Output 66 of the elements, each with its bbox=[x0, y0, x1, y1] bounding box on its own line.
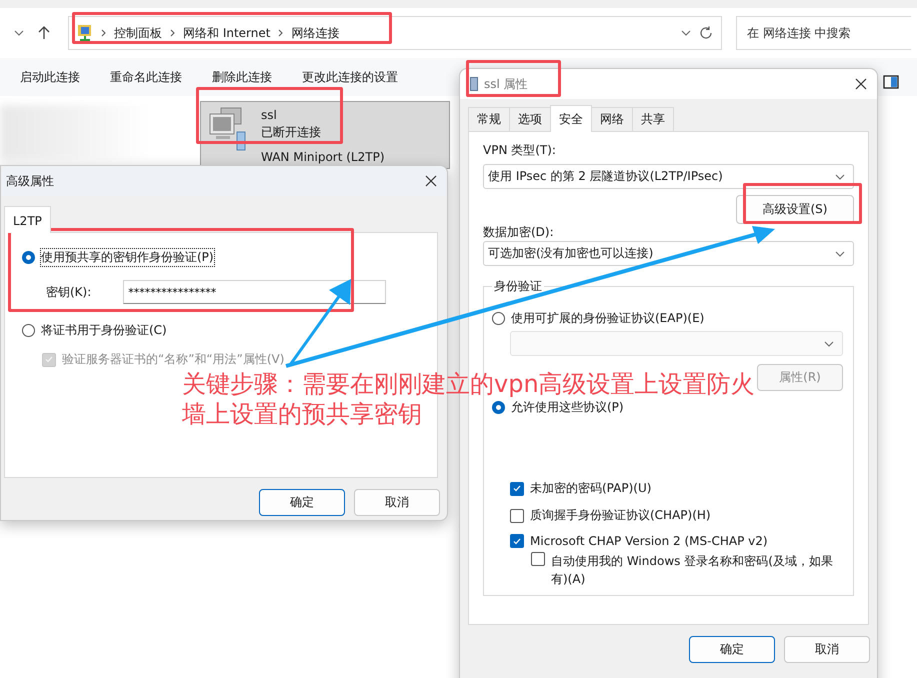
radio-label[interactable]: 允许使用这些协议(P) bbox=[511, 399, 624, 416]
tab[interactable]: 安全 bbox=[550, 105, 592, 132]
radio-button[interactable] bbox=[492, 312, 505, 325]
network-folder-icon bbox=[77, 24, 93, 42]
command-button[interactable]: 启动此连接 bbox=[20, 68, 80, 86]
checkmark-icon bbox=[513, 538, 521, 544]
checkbox-label[interactable]: 自动使用我的 Windows 登录名称和密码(及域，如果有)(A) bbox=[551, 552, 841, 588]
checkbox[interactable] bbox=[510, 508, 524, 522]
up-arrow-icon[interactable] bbox=[38, 26, 50, 40]
connection-device: WAN Miniport (L2TP) bbox=[261, 149, 384, 166]
vpn-type-dropdown[interactable]: 使用 IPsec 的第 2 层隧道协议(L2TP/IPsec) bbox=[483, 164, 854, 189]
chevron-down-icon bbox=[681, 30, 691, 36]
chevron-right-icon bbox=[278, 29, 284, 37]
chevron-down-icon bbox=[835, 174, 845, 180]
radio-button[interactable] bbox=[22, 251, 35, 264]
breadcrumb-item[interactable]: 网络和 Internet bbox=[183, 24, 270, 42]
group-title: 身份验证 bbox=[493, 278, 543, 295]
pane-icon[interactable] bbox=[883, 75, 899, 89]
chevron-down-icon bbox=[14, 30, 24, 36]
command-button[interactable]: 删除此连接 bbox=[212, 68, 272, 86]
tab[interactable]: L2TP bbox=[4, 206, 51, 233]
checkbox-label[interactable]: 质询握手身份验证协议(CHAP)(H) bbox=[530, 507, 711, 524]
annotation-caption: 关键步骤：需要在刚刚建立的vpn高级设置上设置防火 bbox=[182, 369, 755, 399]
close-icon[interactable] bbox=[855, 78, 867, 90]
chevron-down-icon bbox=[835, 250, 845, 256]
checkbox[interactable] bbox=[510, 482, 524, 496]
window-title: 高级属性 bbox=[6, 172, 54, 190]
cancel-button[interactable]: 取消 bbox=[354, 489, 440, 516]
command-button[interactable]: 更改此连接的设置 bbox=[302, 68, 398, 86]
chevron-down-icon bbox=[824, 340, 834, 346]
tab[interactable]: 常规 bbox=[468, 107, 510, 131]
radio-button[interactable] bbox=[22, 324, 35, 337]
checkbox-label[interactable]: Microsoft CHAP Version 2 (MS-CHAP v2) bbox=[530, 534, 768, 548]
search-field[interactable]: 在 网络连接 中搜索 bbox=[736, 16, 911, 50]
breadcrumb-item[interactable]: 控制面板 bbox=[114, 24, 162, 42]
tab[interactable]: 共享 bbox=[632, 107, 674, 131]
ok-button[interactable]: 确定 bbox=[259, 489, 345, 516]
checkbox[interactable] bbox=[531, 552, 545, 566]
radio-label[interactable]: 使用可扩展的身份验证协议(EAP)(E) bbox=[511, 310, 704, 327]
close-icon[interactable] bbox=[425, 175, 437, 187]
checkbox-label[interactable]: 未加密的密码(PAP)(U) bbox=[530, 480, 652, 497]
command-button[interactable]: 重命名此连接 bbox=[110, 68, 182, 86]
field-label: VPN 类型(T): bbox=[483, 142, 557, 158]
connection-status: 已断开连接 bbox=[261, 124, 322, 141]
server-icon bbox=[470, 77, 478, 91]
window-title: ssl 属性 bbox=[484, 76, 528, 92]
encryption-dropdown[interactable]: 可选加密(没有加密也可以连接) bbox=[483, 241, 854, 266]
chevron-right-icon bbox=[170, 29, 175, 37]
field-label: 数据加密(D): bbox=[483, 224, 555, 240]
refresh-icon[interactable] bbox=[699, 26, 713, 40]
radio-label[interactable]: 使用预共享的密钥作身份验证(P) bbox=[41, 249, 214, 266]
radio-label[interactable]: 将证书用于身份验证(C) bbox=[41, 322, 167, 339]
address-bar[interactable]: 控制面板 网络和 Internet 网络连接 bbox=[68, 16, 722, 50]
checkmark-icon bbox=[513, 485, 521, 492]
checkbox[interactable] bbox=[510, 534, 524, 548]
chevron-right-icon bbox=[101, 29, 106, 37]
radio-button[interactable] bbox=[492, 401, 505, 414]
connection-item[interactable]: ssl 已断开连接 WAN Miniport (L2TP) bbox=[200, 101, 450, 169]
connection-name: ssl bbox=[261, 107, 278, 124]
field-label: 密钥(K): bbox=[46, 284, 92, 300]
cancel-button[interactable]: 取消 bbox=[784, 636, 870, 663]
annotation-caption: 墙上设置的预共享密钥 bbox=[182, 399, 422, 429]
key-field[interactable]: **************** bbox=[123, 280, 386, 304]
checkmark-icon bbox=[45, 356, 53, 363]
ok-button[interactable]: 确定 bbox=[689, 636, 775, 663]
breadcrumb-item[interactable]: 网络连接 bbox=[291, 24, 340, 42]
